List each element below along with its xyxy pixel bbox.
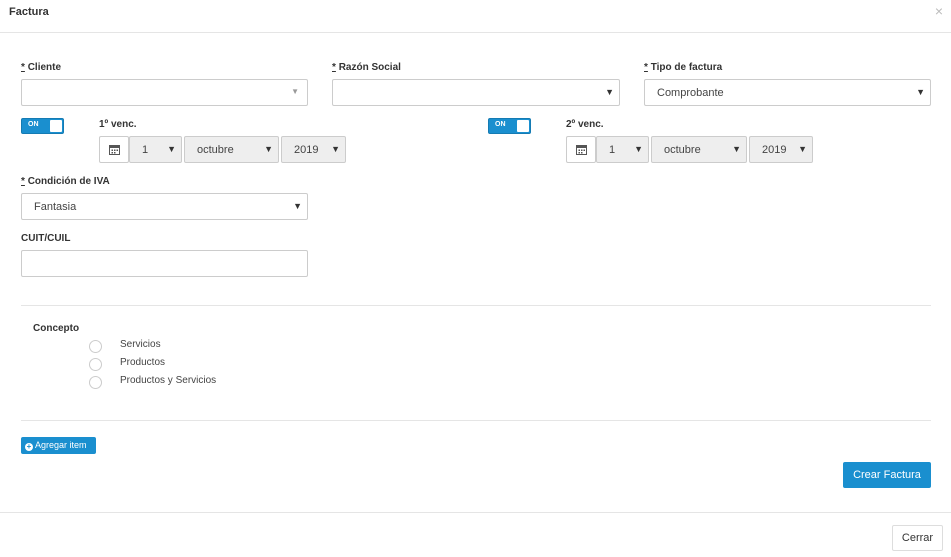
chevron-down-icon: ▼	[264, 144, 273, 154]
calendar-icon	[109, 145, 120, 155]
plus-circle-icon: +	[25, 442, 33, 451]
modal-title: Factura	[9, 6, 49, 18]
chevron-down-icon: ▼	[798, 144, 807, 154]
razon-social-select[interactable]: ▼	[332, 79, 620, 106]
calendar-icon	[576, 145, 587, 155]
radio-productos-servicios[interactable]	[89, 376, 102, 389]
chevron-down-icon: ▼	[634, 144, 643, 154]
footer-divider	[0, 512, 951, 513]
cuit-label: CUIT/CUIL	[21, 233, 71, 244]
tipo-factura-label: * Tipo de factura	[644, 62, 723, 73]
tipo-factura-select[interactable]: Comprobante ▼	[644, 79, 931, 106]
condicion-iva-select[interactable]: Fantasia ▼	[21, 193, 308, 220]
close-icon[interactable]: ×	[935, 4, 943, 18]
venc1-day-select[interactable]: 1 ▼	[129, 136, 182, 163]
radio-productos[interactable]	[89, 358, 102, 371]
chevron-down-icon: ▼	[291, 87, 299, 96]
chevron-down-icon: ▼	[167, 144, 176, 154]
chevron-down-icon: ▼	[605, 87, 614, 97]
chevron-down-icon: ▼	[916, 87, 925, 97]
create-invoice-button[interactable]: Crear Factura	[843, 462, 931, 488]
venc2-year-select[interactable]: 2019 ▼	[749, 136, 813, 163]
venc1-toggle[interactable]: ON	[21, 118, 64, 134]
close-button[interactable]: Cerrar	[892, 525, 943, 551]
condicion-iva-label: * Condición de IVA	[21, 176, 110, 187]
concepto-label: Concepto	[33, 323, 80, 334]
chevron-down-icon: ▼	[331, 144, 340, 154]
cliente-label: * Cliente	[21, 62, 62, 73]
razon-social-label: * Razón Social	[332, 62, 401, 73]
venc1-month-select[interactable]: octubre ▼	[184, 136, 279, 163]
venc2-label: 2º venc.	[566, 119, 604, 130]
cuit-input[interactable]	[21, 250, 308, 277]
divider	[21, 305, 931, 306]
venc1-year-select[interactable]: 2019 ▼	[281, 136, 346, 163]
venc1-calendar-button[interactable]	[99, 136, 129, 163]
venc1-label: 1º venc.	[99, 119, 137, 130]
venc2-month-select[interactable]: octubre ▼	[651, 136, 747, 163]
venc2-day-select[interactable]: 1 ▼	[596, 136, 649, 163]
add-item-button[interactable]: + Agregar item	[21, 437, 96, 454]
chevron-down-icon: ▼	[293, 201, 302, 211]
radio-label-servicios: Servicios	[120, 339, 161, 350]
radio-label-productos-servicios: Productos y Servicios	[120, 375, 217, 386]
modal-header: Factura ×	[0, 0, 951, 33]
divider	[21, 420, 931, 421]
chevron-down-icon: ▼	[732, 144, 741, 154]
radio-servicios[interactable]	[89, 340, 102, 353]
radio-label-productos: Productos	[120, 357, 166, 368]
venc2-toggle[interactable]: ON	[488, 118, 531, 134]
venc2-calendar-button[interactable]	[566, 136, 596, 163]
cliente-select[interactable]: ▼	[21, 79, 308, 106]
